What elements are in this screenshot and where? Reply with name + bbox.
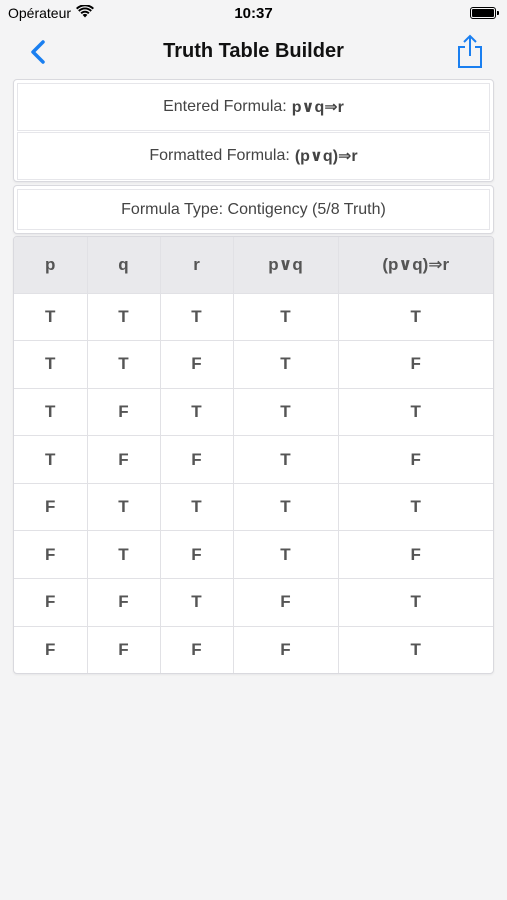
header-cell: q (87, 237, 161, 294)
table-cell: T (87, 293, 161, 342)
header-cell: p (14, 237, 88, 294)
status-time: 10:37 (234, 5, 273, 22)
table-cell: T (410, 640, 421, 660)
table-header-row: p q r p∨q (p∨q)⇒r (14, 237, 493, 294)
formatted-formula-label: Formatted Formula: (149, 147, 290, 164)
table-row: F F F F T (14, 626, 493, 673)
formatted-formula-row: Formatted Formula: (p∨q)⇒r (17, 132, 490, 180)
table-cell: F (87, 435, 161, 484)
table-row: T T T T T (14, 293, 493, 342)
table-cell: T (87, 340, 161, 389)
table-cell: F (87, 388, 161, 437)
table-cell: F (160, 530, 234, 580)
table-row: F F T F T (14, 578, 493, 627)
table-cell: T (233, 483, 339, 532)
table-cell: T (338, 578, 493, 627)
table-cell: F (338, 340, 493, 389)
table-cell: F (160, 435, 234, 484)
navigation-bar: Truth Table Builder (0, 26, 507, 78)
truth-table-card: p q r p∨q (p∨q)⇒r T T T T T T T F T F T … (13, 236, 494, 674)
table-cell: F (14, 483, 88, 532)
table-cell: T (233, 293, 339, 342)
table-cell: F (233, 578, 339, 627)
status-bar: Opérateur 10:37 (0, 0, 507, 26)
page-title: Truth Table Builder (163, 40, 344, 62)
table-row: T F T T T (14, 388, 493, 437)
header-cell: p∨q (233, 237, 339, 294)
table-cell: F (87, 578, 161, 627)
table-cell: T (233, 435, 339, 484)
formatted-formula-value: (p∨q)⇒r (294, 148, 358, 165)
entered-formula-value: p∨q⇒r (291, 99, 344, 116)
share-button[interactable] (455, 34, 485, 70)
formula-type-card: Formula Type: Contigency (5/8 Truth) (13, 185, 494, 234)
table-cell: T (233, 530, 339, 580)
table-cell: T (160, 293, 234, 342)
entered-formula-row: Entered Formula: p∨q⇒r (17, 83, 490, 131)
table-cell: T (87, 530, 161, 580)
table-cell: T (233, 340, 339, 389)
table-cell: T (14, 388, 88, 437)
table-cell: F (160, 340, 234, 389)
table-cell: T (338, 388, 493, 437)
table-cell: F (233, 626, 339, 673)
table-cell: T (14, 293, 88, 342)
formula-card: Entered Formula: p∨q⇒r Formatted Formula… (13, 79, 494, 182)
table-row: T T F T F (14, 340, 493, 389)
table-cell: F (338, 530, 493, 580)
table-cell: T (160, 483, 234, 532)
table-cell: F (14, 530, 88, 580)
table-cell: F (338, 435, 493, 484)
table-cell: T (233, 388, 339, 437)
header-cell: (p∨q)⇒r (338, 237, 493, 294)
formula-type-text: Formula Type: Contigency (5/8 Truth) (17, 189, 490, 230)
table-cell: T (14, 340, 88, 389)
table-cell: F (14, 626, 88, 673)
share-icon (458, 34, 482, 68)
battery-icon (470, 7, 499, 19)
table-cell: F (14, 578, 88, 627)
table-cell: T (14, 435, 88, 484)
table-row: F T F T F (14, 530, 493, 580)
table-cell: F (160, 626, 234, 673)
table-cell: T (338, 293, 493, 342)
table-row: F T T T T (14, 483, 493, 532)
table-cell: T (160, 388, 234, 437)
truth-table: p q r p∨q (p∨q)⇒r T T T T T T T F T F T … (14, 237, 493, 673)
table-cell: T (87, 483, 161, 532)
table-row: T F F T F (14, 435, 493, 484)
table-cell: T (338, 483, 493, 532)
entered-formula-label: Entered Formula: (163, 98, 287, 115)
table-cell: F (87, 626, 161, 673)
table-cell: T (160, 578, 234, 627)
header-cell: r (160, 237, 234, 294)
